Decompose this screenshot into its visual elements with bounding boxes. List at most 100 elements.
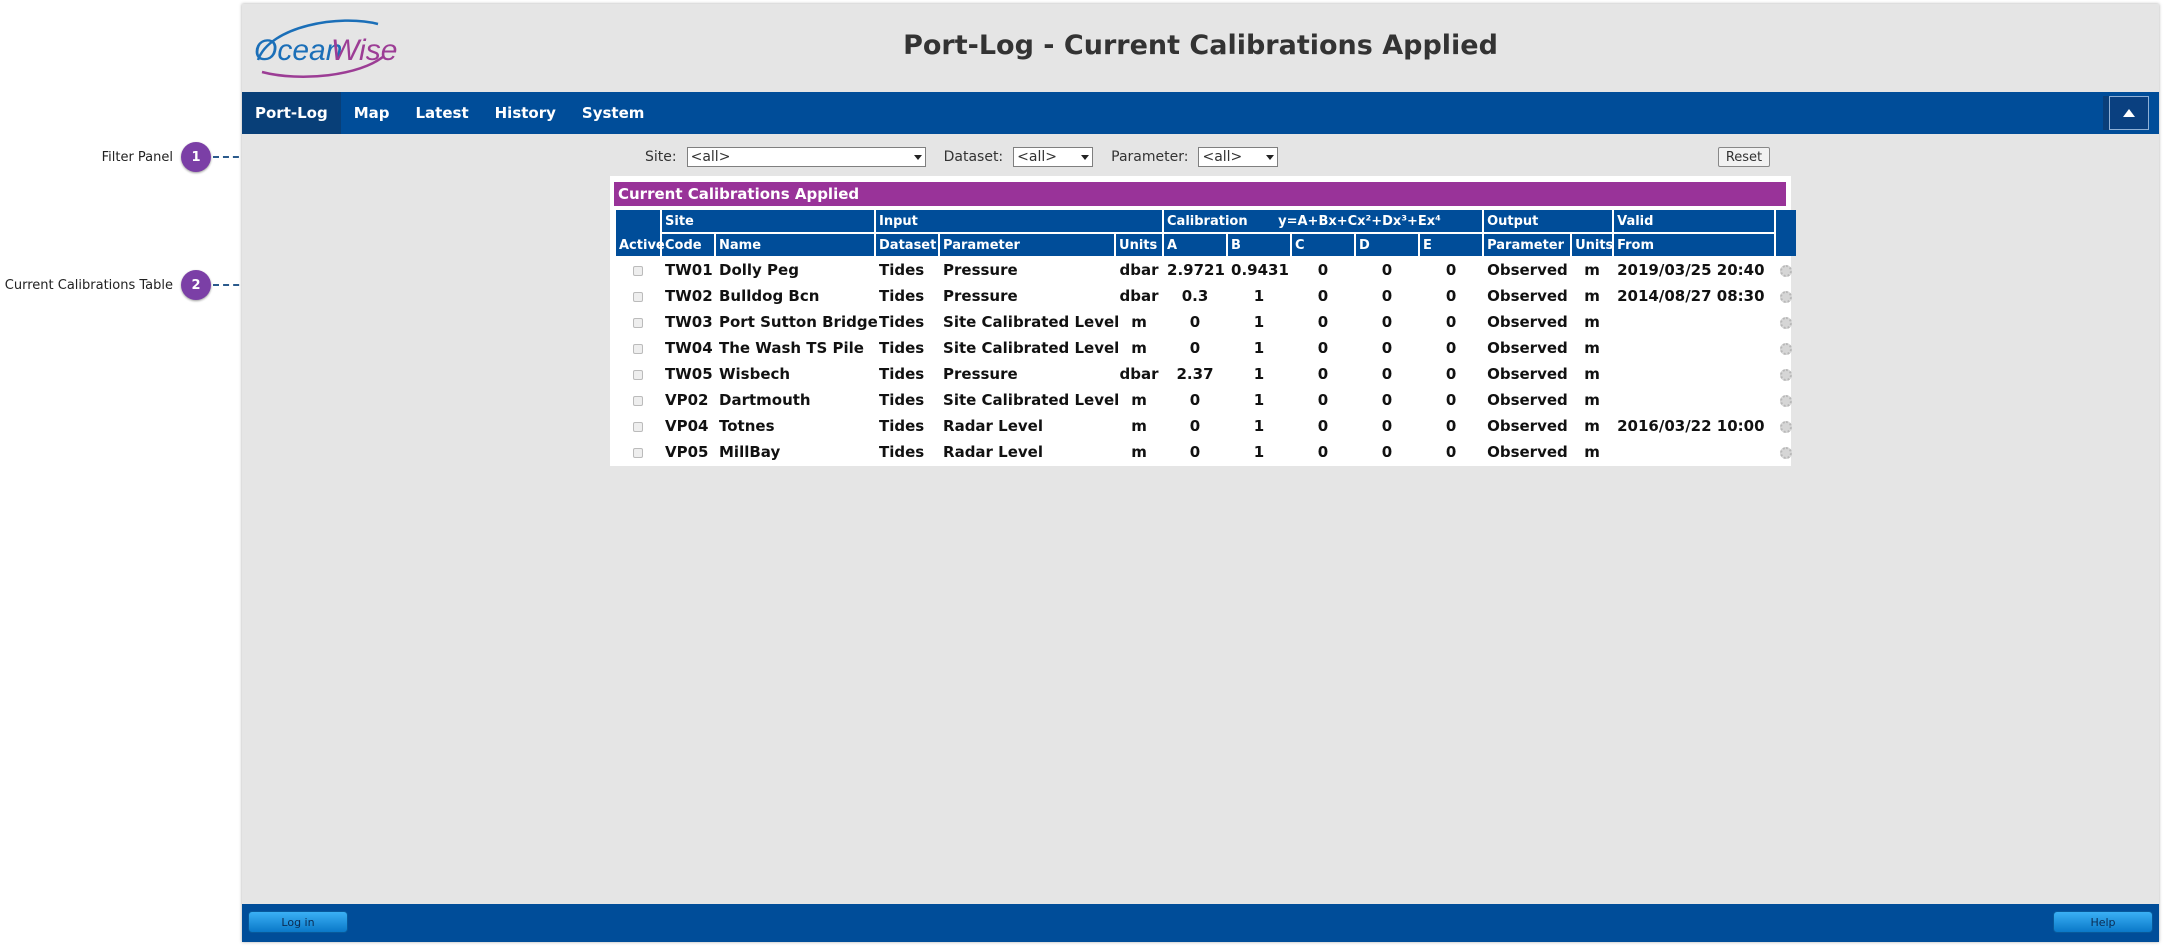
cell-input-units: dbar [1119, 365, 1159, 383]
cell-c: 0 [1317, 417, 1329, 435]
col-header-input-parameter: Parameter [940, 234, 1115, 256]
table-title: Current Calibrations Applied [614, 182, 1786, 206]
cell-valid-from [1614, 336, 1774, 360]
table-row: TW01 Dolly Peg Tides Pressure dbar 2.9721 0.94… [616, 258, 1796, 282]
cell-e: 0 [1445, 261, 1457, 279]
settings-gear-icon[interactable] [1780, 290, 1793, 303]
cell-output-parameter: Observed [1487, 313, 1568, 331]
cell-input-parameter: Pressure [943, 261, 1018, 279]
cell-code: TW02 [665, 287, 713, 305]
cell-output-units: m [1584, 339, 1600, 357]
cell-input-parameter: Radar Level [943, 443, 1043, 461]
cell-input-units: m [1131, 417, 1147, 435]
parameter-filter-label: Parameter: [1111, 149, 1189, 165]
settings-gear-icon[interactable] [1780, 446, 1793, 459]
cell-a: 0 [1189, 443, 1201, 461]
site-select[interactable]: <all> [686, 147, 926, 167]
cell-actions [1776, 414, 1796, 438]
settings-gear-icon[interactable] [1780, 394, 1793, 407]
parameter-select[interactable]: <all> [1198, 147, 1279, 167]
cell-b: 1 [1253, 391, 1265, 409]
table-body: TW01 Dolly Peg Tides Pressure dbar 2.9721 0.94… [616, 258, 1796, 464]
cell-actions [1776, 284, 1796, 308]
filter-panel: Site: <all> Dataset: <all> Parameter: <a… [629, 145, 1770, 169]
settings-gear-icon[interactable] [1780, 264, 1793, 277]
active-checkbox[interactable] [633, 369, 643, 380]
cell-a: 0 [1189, 339, 1201, 357]
collapse-header-button[interactable] [2109, 96, 2149, 130]
nav-item-port-log[interactable]: Port-Log [242, 92, 341, 134]
table-row: VP04 Totnes Tides Radar Level m 0 1 0 0 0 Observed… [616, 414, 1796, 438]
cell-output-parameter: Observed [1487, 287, 1568, 305]
cell-output-units: m [1584, 261, 1600, 279]
cell-input-parameter: Site Calibrated Level [943, 391, 1120, 409]
active-checkbox[interactable] [633, 395, 643, 406]
cell-b: 1 [1253, 417, 1265, 435]
cell-active [616, 388, 660, 412]
collapse-up-icon [2123, 109, 2135, 117]
cell-name: Wisbech [719, 365, 791, 383]
table-row: VP02 Dartmouth Tides Site Calibrated Level m… [616, 388, 1796, 412]
active-checkbox[interactable] [633, 265, 643, 276]
cell-output-units: m [1584, 417, 1600, 435]
cell-d: 0 [1381, 339, 1393, 357]
cell-dataset: Tides [879, 391, 925, 409]
table-row: TW04 The Wash TS Pile Tides Site Calibrated… [616, 336, 1796, 360]
table-row: TW02 Bulldog Bcn Tides Pressure dbar 0.3 1 0 0 0 O… [616, 284, 1796, 308]
cell-d: 0 [1381, 313, 1393, 331]
header: Ocean Wise Port-Log - Current Calibratio… [242, 4, 2159, 92]
calibrations-panel: Current Calibrations Applied Active Site… [610, 176, 1797, 466]
cell-code: TW03 [665, 313, 713, 331]
cell-output-parameter: Observed [1487, 261, 1568, 279]
login-button[interactable]: Log in [248, 911, 348, 933]
cell-output-units: m [1584, 443, 1600, 461]
active-checkbox[interactable] [633, 421, 643, 432]
dataset-filter-label: Dataset: [943, 149, 1004, 165]
footer-bar: Log in Help [242, 904, 2159, 942]
cell-valid-from [1614, 440, 1774, 464]
reset-button[interactable]: Reset [1718, 147, 1770, 167]
cell-dataset: Tides [879, 417, 925, 435]
nav-item-history[interactable]: History [482, 92, 569, 134]
active-checkbox[interactable] [633, 343, 643, 354]
nav-item-system[interactable]: System [569, 92, 657, 134]
cell-input-units: m [1131, 443, 1147, 461]
active-checkbox[interactable] [633, 317, 643, 328]
cell-output-parameter: Observed [1487, 339, 1568, 357]
table-row: VP05 MillBay Tides Radar Level m 0 1 0 0 0 Observe… [616, 440, 1796, 464]
chevron-down-icon [1266, 154, 1275, 160]
cell-a: 2.9721 [1167, 261, 1225, 279]
dataset-select[interactable]: <all> [1013, 147, 1094, 167]
cell-valid-from: 2019/03/25 20:40 [1617, 261, 1765, 279]
nav-item-map[interactable]: Map [341, 92, 403, 134]
cell-output-units: m [1584, 313, 1600, 331]
cell-valid-from [1614, 388, 1774, 412]
cell-c: 0 [1317, 391, 1329, 409]
help-button[interactable]: Help [2053, 911, 2153, 933]
cell-code: TW01 [665, 261, 713, 279]
col-header-code: Code [662, 234, 714, 256]
active-checkbox[interactable] [633, 291, 643, 302]
chevron-down-icon [913, 154, 922, 160]
settings-gear-icon[interactable] [1780, 342, 1793, 355]
settings-gear-icon[interactable] [1780, 420, 1793, 433]
nav-item-latest[interactable]: Latest [403, 92, 482, 134]
settings-gear-icon[interactable] [1780, 316, 1793, 329]
cell-output-units: m [1584, 391, 1600, 409]
cell-actions [1776, 388, 1796, 412]
active-checkbox[interactable] [633, 447, 643, 458]
col-header-name: Name [716, 234, 875, 256]
cell-name: Bulldog Bcn [719, 287, 820, 305]
callout-number-badge: 1 [181, 142, 211, 172]
cell-active [616, 284, 660, 308]
cell-e: 0 [1445, 365, 1457, 383]
cell-active [616, 258, 660, 282]
cell-b: 1 [1253, 339, 1265, 357]
cell-input-parameter: Site Calibrated Level [943, 339, 1120, 357]
col-header-dataset: Dataset [876, 234, 939, 256]
col-header-c: C [1292, 234, 1355, 256]
cell-dataset: Tides [879, 313, 925, 331]
cell-c: 0 [1317, 313, 1329, 331]
cell-output-parameter: Observed [1487, 365, 1568, 383]
settings-gear-icon[interactable] [1780, 368, 1793, 381]
